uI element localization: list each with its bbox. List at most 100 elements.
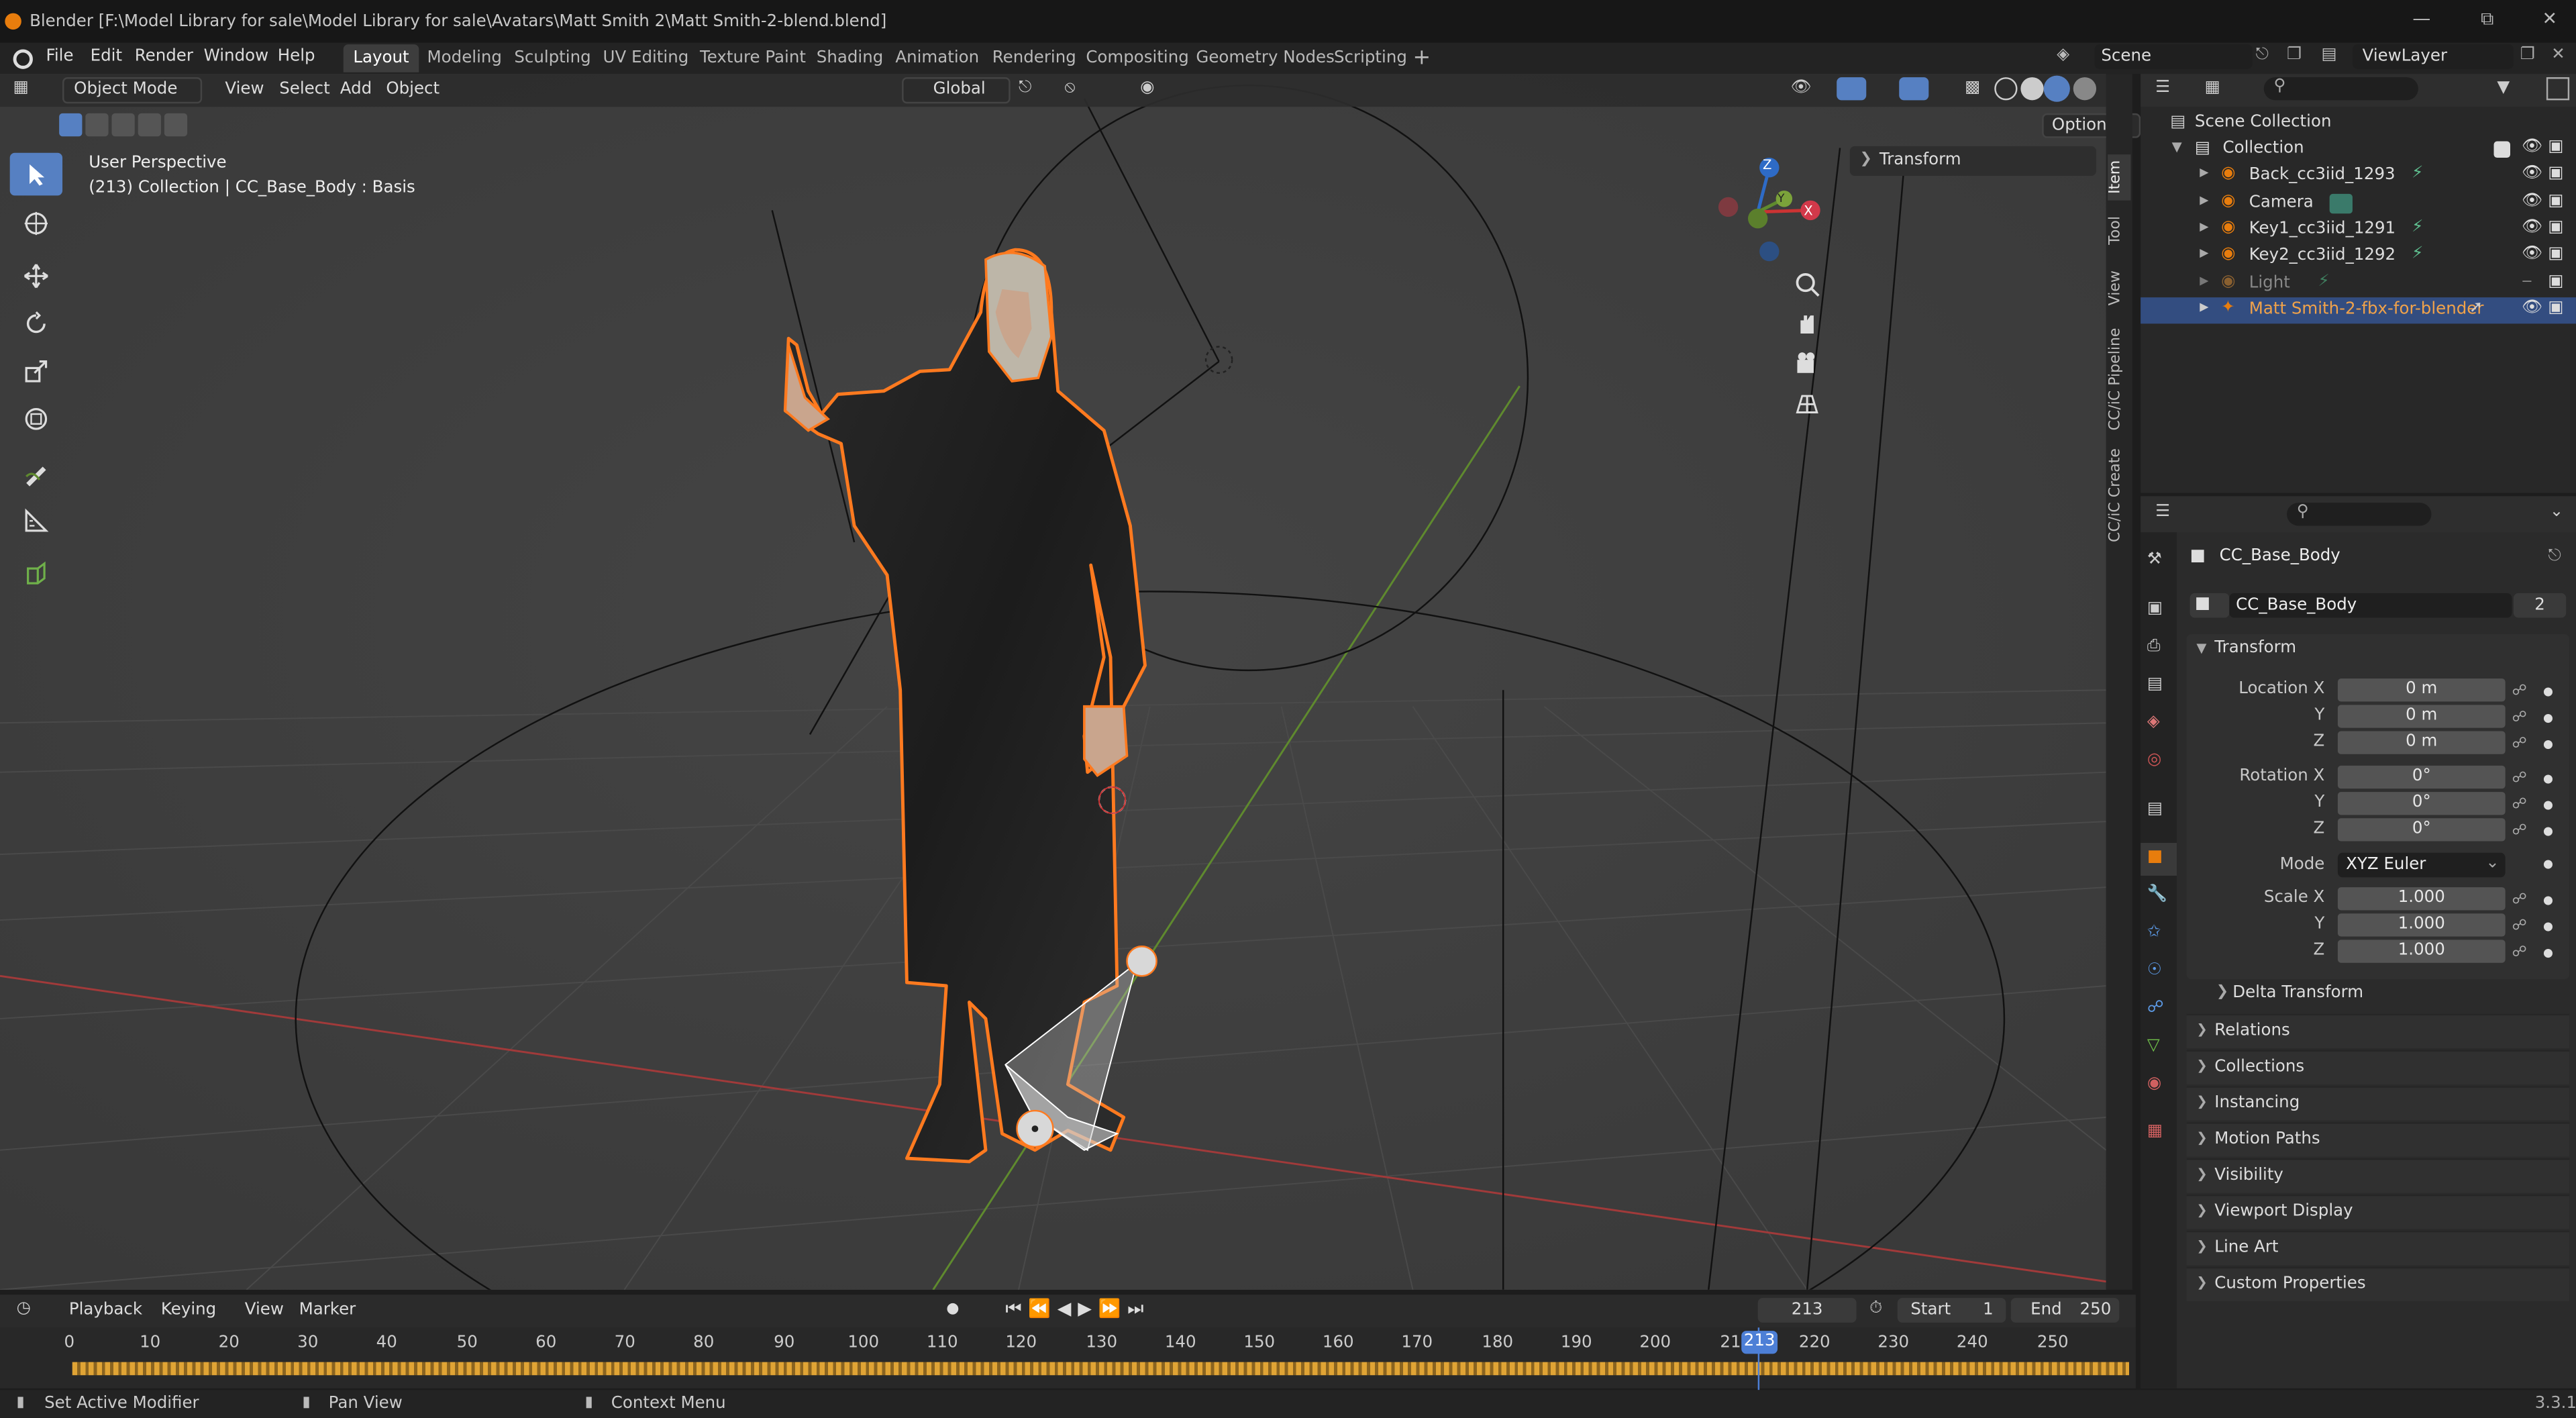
expand-icon[interactable]: ▶ <box>2200 220 2208 234</box>
tab-tool[interactable]: Tool <box>2108 207 2130 253</box>
particles-tab-icon[interactable]: ✩ <box>2147 923 2161 942</box>
panel-relations[interactable]: ❯ Relations <box>2186 1013 2570 1049</box>
outliner-row[interactable]: ▶ ◉ Camera 👁 ▣ <box>2141 191 2576 217</box>
solid-shading-icon[interactable] <box>2020 77 2044 101</box>
camera-render-icon[interactable]: ▣ <box>2548 245 2563 263</box>
expand-icon[interactable]: ▶ <box>2200 166 2208 179</box>
texture-tab-icon[interactable]: ▦ <box>2147 1122 2163 1140</box>
select-box-tool-icon[interactable] <box>9 152 63 196</box>
camera-view-icon[interactable] <box>1791 347 1824 380</box>
wireframe-shading-icon[interactable] <box>1994 77 2018 101</box>
npanel-transform-header[interactable]: ❯ Transform <box>1849 146 2097 176</box>
zoom-icon[interactable] <box>1791 268 1824 301</box>
panel-motion-paths[interactable]: ❯ Motion Paths <box>2186 1122 2570 1157</box>
tab-item[interactable]: Item <box>2108 154 2131 201</box>
keyframe-dot-icon[interactable]: ● ● ● <box>2543 678 2553 758</box>
checkbox-icon[interactable] <box>2493 141 2511 158</box>
camera-render-icon[interactable]: ▣ <box>2548 164 2563 183</box>
eye-icon[interactable]: 👁 <box>2522 138 2542 156</box>
object-tab-icon[interactable]: ■ <box>2141 842 2177 876</box>
overlay-toggle-icon[interactable] <box>1899 77 1929 101</box>
panel-visibility[interactable]: ❯ Visibility <box>2186 1158 2570 1193</box>
new-viewlayer-icon[interactable]: ❐ <box>2520 46 2535 64</box>
menu-marker[interactable]: Marker <box>299 1301 356 1319</box>
pan-hand-icon[interactable] <box>1791 307 1824 340</box>
outliner-search-input[interactable]: ⚲ <box>2263 77 2418 101</box>
keyframe-strip[interactable] <box>72 1362 2129 1376</box>
cursor-tool-icon[interactable] <box>10 202 62 245</box>
lock-icon[interactable]: ☍ ☍ ☍ <box>2512 766 2526 845</box>
eye-icon[interactable]: 👁 <box>2522 245 2542 263</box>
pivot-icon[interactable]: ⎋ <box>1019 79 1031 97</box>
xray-icon[interactable]: ▩ <box>1965 79 1980 97</box>
keyframe-dot-icon[interactable]: ● ● ● <box>2543 887 2553 966</box>
end-frame-field[interactable]: End 250 <box>2010 1298 2120 1323</box>
tab-cc-pipeline[interactable]: CC/iC Pipeline <box>2108 325 2130 434</box>
start-frame-field[interactable]: Start 1 <box>1897 1298 2006 1323</box>
transform-panel-title[interactable]: Transform <box>2214 639 2296 657</box>
tab-scripting[interactable]: Scripting <box>1324 44 1416 72</box>
location-x-field[interactable]: 0 m <box>2337 678 2506 702</box>
select-invert-icon[interactable] <box>138 113 161 137</box>
scale-tool-icon[interactable] <box>10 350 62 393</box>
eye-icon[interactable]: 👁 <box>2522 164 2542 183</box>
datablock-users-count[interactable]: 2 <box>2513 593 2567 618</box>
tab-layout[interactable]: Layout <box>343 44 419 72</box>
timeline-editor-icon[interactable]: ◷ <box>16 1300 30 1318</box>
scene-selector[interactable]: Scene <box>2094 44 2253 69</box>
restore-icon[interactable]: ⧉ <box>2474 8 2500 34</box>
expand-icon[interactable]: ▶ <box>2200 301 2208 314</box>
pin-icon[interactable]: ⎋ <box>2256 46 2269 64</box>
outliner-row-collection[interactable]: ▼ ▤ Collection 👁 ▣ <box>2141 136 2576 162</box>
camera-render-icon[interactable]: ▣ <box>2548 192 2563 210</box>
datablock-name-input[interactable]: CC_Base_Body <box>2229 593 2512 618</box>
scene-tab-icon[interactable]: ◈ <box>2147 713 2160 731</box>
prev-keyframe-icon[interactable]: ⏪ <box>1028 1298 1057 1319</box>
viewlayer-selector[interactable]: ViewLayer <box>2352 44 2514 69</box>
navigation-gizmo[interactable] <box>1708 153 1840 268</box>
panel-viewport-display[interactable]: ❯ Viewport Display <box>2186 1194 2570 1229</box>
annotate-tool-icon[interactable] <box>10 452 62 495</box>
menu-help[interactable]: Help <box>278 48 315 66</box>
eye-icon[interactable]: 👁 <box>2522 299 2542 317</box>
keyframe-dot-icon[interactable]: ● ● ● <box>2543 766 2553 845</box>
proportional-edit-icon[interactable]: ◉ <box>1140 79 1154 97</box>
constraints-tab-icon[interactable]: ☍ <box>2147 999 2164 1017</box>
3d-viewport[interactable]: User Perspective (213) Collection | CC_B… <box>0 74 2106 1290</box>
next-keyframe-icon[interactable]: ⏩ <box>1098 1298 1127 1319</box>
current-frame-field[interactable]: 213 <box>1757 1298 1857 1323</box>
rotation-z-field[interactable]: 0° <box>2337 818 2506 842</box>
panel-custom-properties[interactable]: ❯ Custom Properties <box>2186 1266 2570 1302</box>
menu-keying[interactable]: Keying <box>161 1301 216 1319</box>
location-y-field[interactable]: 0 m <box>2337 705 2506 728</box>
keyframe-dot-icon[interactable]: ● <box>2543 858 2553 871</box>
playback-controls[interactable]: ⏮⏪◀▶⏩⏭ <box>1005 1298 1150 1321</box>
snap-icon[interactable]: ⦸ <box>1064 79 1075 97</box>
rotation-mode-dropdown[interactable]: XYZ Euler ⌄ <box>2337 852 2506 878</box>
output-tab-icon[interactable]: ⎙ <box>2147 638 2161 656</box>
outliner-row[interactable]: ▶ ◉ Light ⚡ ‒ ▣ <box>2141 271 2576 297</box>
outliner-row[interactable]: ▶ ◉ Key1_cc3iid_1291 ⚡ 👁 ▣ <box>2141 217 2576 243</box>
menu-select[interactable]: Select <box>279 79 330 102</box>
record-icon[interactable]: ● <box>946 1301 959 1317</box>
outliner-row-scene-collection[interactable]: ▤ Scene Collection <box>2141 110 2576 136</box>
jump-start-icon[interactable]: ⏮ <box>1005 1298 1028 1319</box>
tab-uv-editing[interactable]: UV Editing <box>593 44 699 72</box>
measure-tool-icon[interactable] <box>10 499 62 542</box>
world-tab-icon[interactable]: ◎ <box>2147 751 2161 769</box>
menu-window[interactable]: Window <box>204 48 269 66</box>
filter-icon[interactable]: ▼ <box>2497 79 2510 97</box>
menu-add[interactable]: Add <box>340 79 372 102</box>
gizmo-toggle-icon[interactable] <box>1837 77 1867 101</box>
menu-timeline-view[interactable]: View <box>245 1301 284 1319</box>
tab-sculpting[interactable]: Sculpting <box>505 44 601 72</box>
camera-render-icon[interactable]: ▣ <box>2548 272 2563 291</box>
menu-object[interactable]: Object <box>386 79 440 102</box>
panel-line-art[interactable]: ❯ Line Art <box>2186 1230 2570 1266</box>
delta-transform-subpanel[interactable]: ❯ Delta Transform <box>2203 979 2565 1009</box>
expand-icon[interactable]: ▶ <box>2200 274 2208 288</box>
add-workspace-icon[interactable]: + <box>1413 46 1431 71</box>
add-cube-tool-icon[interactable] <box>10 552 62 595</box>
panel-collections[interactable]: ❯ Collections <box>2186 1050 2570 1084</box>
selection-mode-buttons[interactable] <box>59 113 188 137</box>
